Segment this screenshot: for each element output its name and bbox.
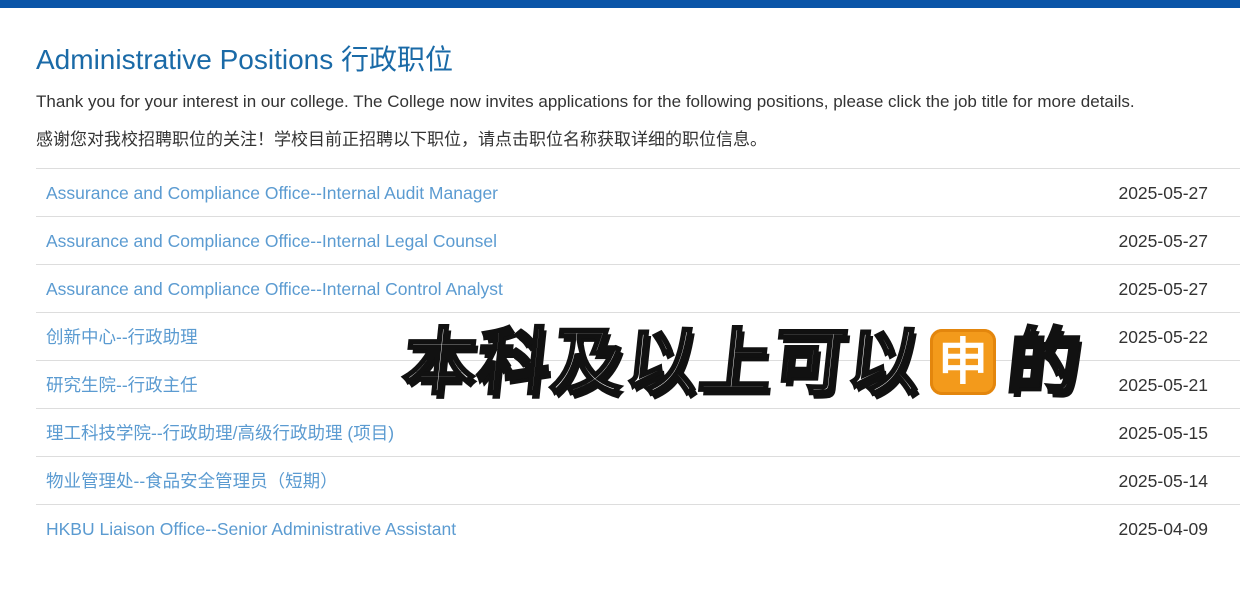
job-row: 理工科技学院--行政助理/高级行政助理 (项目) 2025-05-15	[36, 409, 1240, 457]
job-row: Assurance and Compliance Office--Interna…	[36, 217, 1240, 265]
job-date: 2025-05-27	[1118, 183, 1208, 203]
overlay-caption-text: 本科及以上可以	[398, 319, 928, 406]
job-row: Assurance and Compliance Office--Interna…	[36, 169, 1240, 217]
top-accent-bar	[0, 0, 1240, 8]
job-title-link[interactable]: 物业管理处--食品安全管理员（短期）	[46, 469, 338, 493]
page-header: Administrative Positions 行政职位 Thank you …	[36, 40, 1240, 151]
intro-text-english: Thank you for your interest in our colle…	[36, 92, 1135, 111]
job-date: 2025-05-21	[1118, 375, 1208, 395]
apply-badge-char: 申	[938, 333, 989, 391]
job-date: 2025-05-14	[1118, 471, 1208, 491]
job-date: 2025-05-15	[1118, 423, 1208, 443]
job-date: 2025-05-22	[1118, 327, 1208, 347]
job-title-link[interactable]: Assurance and Compliance Office--Interna…	[46, 277, 503, 301]
job-title-link[interactable]: Assurance and Compliance Office--Interna…	[46, 181, 498, 205]
intro-text-chinese: 感谢您对我校招聘职位的关注！学校目前正招聘以下职位，请点击职位名称获取详细的职位…	[36, 130, 767, 149]
job-row: Assurance and Compliance Office--Interna…	[36, 265, 1240, 313]
job-date: 2025-05-27	[1118, 279, 1208, 299]
job-title-link[interactable]: 理工科技学院--行政助理/高级行政助理 (项目)	[46, 421, 394, 445]
job-row: 物业管理处--食品安全管理员（短期） 2025-05-14	[36, 457, 1240, 505]
overlay-caption: 本科及以上可以 申 的	[398, 314, 1088, 410]
page-title: Administrative Positions 行政职位	[36, 44, 454, 75]
apply-badge-icon: 申	[930, 329, 997, 395]
job-title-link[interactable]: HKBU Liaison Office--Senior Administrati…	[46, 517, 456, 541]
job-title-link[interactable]: 创新中心--行政助理	[46, 325, 198, 349]
job-title-link[interactable]: Assurance and Compliance Office--Interna…	[46, 229, 497, 253]
job-row: HKBU Liaison Office--Senior Administrati…	[36, 505, 1240, 552]
overlay-caption-text-end: 的	[1002, 319, 1088, 406]
job-date: 2025-05-27	[1118, 231, 1208, 251]
job-title-link[interactable]: 研究生院--行政主任	[46, 373, 198, 397]
job-date: 2025-04-09	[1118, 519, 1208, 539]
